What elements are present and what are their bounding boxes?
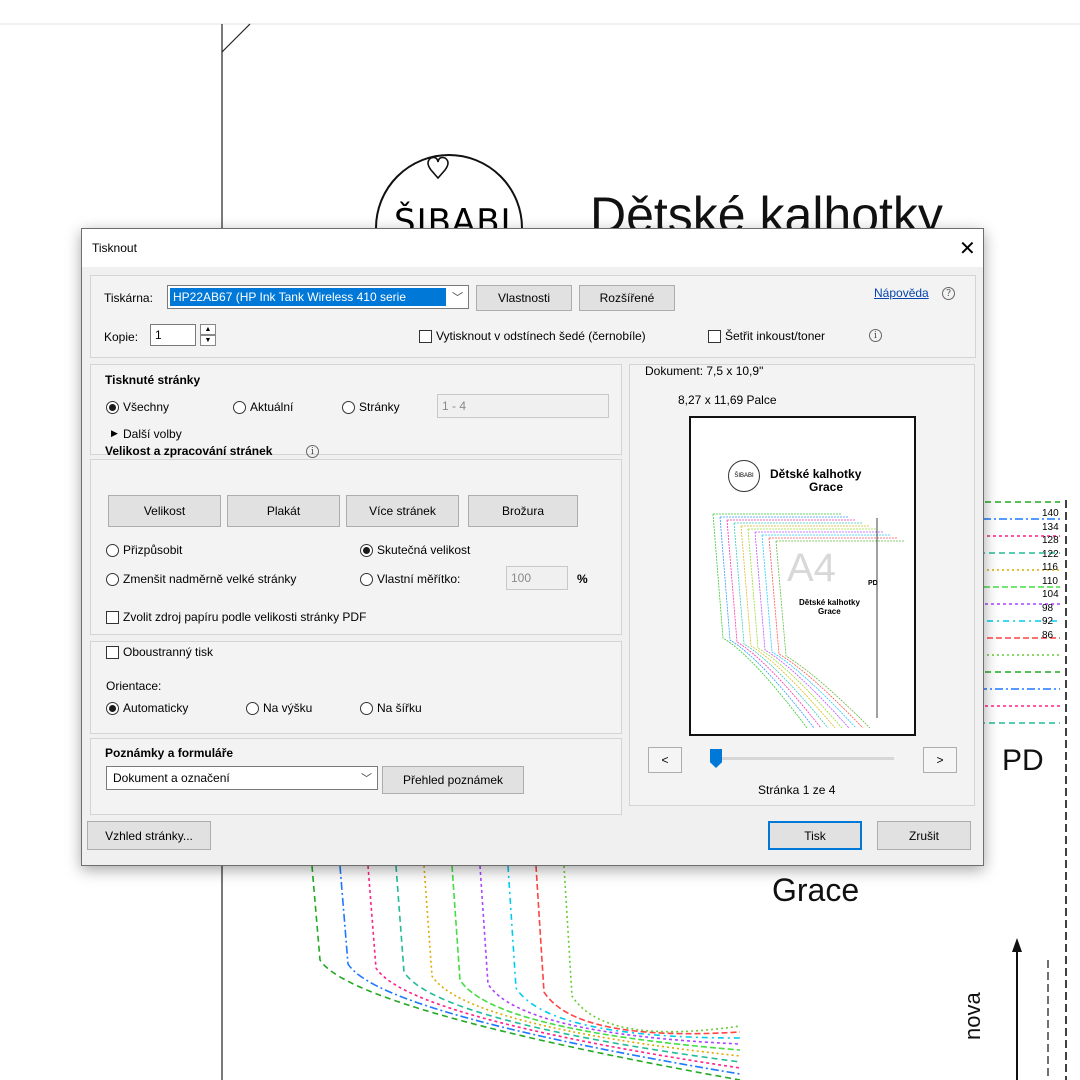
fit-label[interactable]: Přizpůsobit [123, 543, 182, 557]
percent-label: % [577, 572, 588, 586]
stepper-down-icon[interactable]: ▼ [200, 335, 216, 346]
comments-select-value: Dokument a označení [113, 771, 230, 785]
stepper-up-icon[interactable]: ▲ [200, 324, 216, 335]
thumbnail-title: Dětské kalhotky [770, 467, 862, 481]
printer-label: Tiskárna: [104, 291, 153, 305]
printer-select[interactable]: HP22AB67 (HP Ink Tank Wireless 410 serie… [167, 285, 469, 309]
actual-size-label[interactable]: Skutečná velikost [377, 543, 470, 557]
tab-poster[interactable]: Plakát [227, 495, 340, 527]
comments-summary-button[interactable]: Přehled poznámek [382, 766, 524, 794]
comments-select[interactable]: Dokument a označení ﹀ [106, 766, 378, 790]
duplex-label[interactable]: Oboustranný tisk [123, 645, 213, 659]
page-slider[interactable] [710, 749, 894, 768]
pages-current-label[interactable]: Aktuální [250, 400, 293, 414]
background-vertical-text: nova [960, 992, 985, 1040]
copies-label: Kopie: [104, 330, 139, 344]
help-link[interactable]: Nápověda [874, 286, 929, 300]
expand-triangle-icon[interactable]: ▶ [111, 428, 118, 439]
orientation-auto-label[interactable]: Automaticky [123, 701, 188, 715]
more-options-toggle[interactable]: Další volby [123, 427, 182, 441]
document-size: Dokument: 7,5 x 10,9" [645, 364, 764, 378]
printer-select-value: HP22AB67 (HP Ink Tank Wireless 410 serie [170, 288, 446, 306]
custom-scale-radio[interactable] [360, 573, 373, 586]
size-label: 134 [1042, 521, 1059, 533]
dialog-titlebar[interactable]: Tisknout ✕ [82, 229, 983, 267]
tab-size[interactable]: Velikost [108, 495, 221, 527]
actual-size-radio[interactable] [360, 544, 373, 557]
background-logo-text: ŠIBABI [394, 202, 512, 228]
tab-multiple-pages[interactable]: Více stránek [346, 495, 459, 527]
chevron-down-icon: ﹀ [452, 292, 463, 304]
paper-source-checkbox[interactable] [106, 611, 119, 624]
background-pd-label: PD [1002, 744, 1044, 777]
custom-scale-label[interactable]: Vlastní měřítko: [377, 572, 460, 586]
save-ink-label[interactable]: Šetřit inkoust/toner [725, 329, 825, 343]
pages-range-label[interactable]: Stránky [359, 400, 400, 414]
thumbnail-title-3: Dětské kalhotky [799, 598, 860, 607]
copies-stepper[interactable]: ▲ ▼ [200, 324, 216, 346]
print-dialog: Tisknout ✕ Tiskárna: HP22AB67 (HP Ink Ta… [81, 228, 984, 866]
orientation-label: Orientace: [106, 679, 162, 693]
shrink-label[interactable]: Zmenšit nadměrně velké stránky [123, 572, 296, 586]
properties-button[interactable]: Vlastnosti [476, 285, 572, 311]
preview-thumbnail: ŠIBABI Dětské kalhotky Grace A4 PD Dětsk… [689, 416, 916, 736]
page-status: Stránka 1 ze 4 [758, 783, 836, 797]
size-label: 104 [1042, 589, 1059, 600]
thumbnail-logo: ŠIBABI [728, 460, 760, 492]
thumbnail-title-4: Grace [818, 607, 841, 616]
comments-section-title: Poznámky a formuláře [105, 746, 234, 760]
paper-size: 8,27 x 11,69 Palce [678, 393, 777, 407]
orientation-portrait-radio[interactable] [246, 702, 259, 715]
thumbnail-logo-text: ŠIBABI [734, 473, 754, 479]
prev-page-button[interactable]: < [648, 747, 682, 773]
orientation-auto-radio[interactable] [106, 702, 119, 715]
shrink-radio[interactable] [106, 573, 119, 586]
save-ink-checkbox[interactable] [708, 330, 721, 343]
size-info-icon[interactable]: i [306, 445, 319, 458]
pages-all-radio[interactable] [106, 401, 119, 414]
copies-input[interactable]: 1 [150, 324, 196, 346]
page-setup-button[interactable]: Vzhled stránky... [87, 821, 211, 850]
help-icon[interactable]: ? [942, 287, 955, 300]
info-icon[interactable]: i [869, 329, 882, 342]
tab-booklet[interactable]: Brožura [468, 495, 578, 527]
thumbnail-title-2: Grace [809, 480, 844, 494]
chevron-down-icon: ﹀ [361, 773, 372, 785]
dialog-title: Tisknout [92, 241, 137, 255]
size-label: 122 [1042, 548, 1059, 560]
pages-all-label[interactable]: Všechny [123, 400, 169, 414]
close-icon[interactable]: ✕ [959, 236, 976, 261]
size-label: 140 [1042, 508, 1059, 519]
size-label: 86 [1042, 629, 1054, 641]
pages-range-input[interactable]: 1 - 4 [437, 394, 609, 418]
advanced-button[interactable]: Rozšířené [579, 285, 675, 311]
grayscale-label[interactable]: Vytisknout v odstínech šedé (černobíle) [436, 329, 646, 343]
size-label: 92 [1042, 616, 1054, 627]
size-label: 98 [1042, 602, 1054, 614]
pages-current-radio[interactable] [233, 401, 246, 414]
pages-section-title: Tisknuté stránky [105, 373, 201, 387]
orientation-landscape-radio[interactable] [360, 702, 373, 715]
cancel-button[interactable]: Zrušit [877, 821, 971, 850]
thumbnail-watermark: A4 [787, 546, 836, 590]
size-label: 116 [1042, 562, 1058, 573]
orientation-landscape-label[interactable]: Na šířku [377, 701, 422, 715]
size-label: 128 [1042, 535, 1059, 546]
size-section-title: Velikost a zpracování stránek [105, 444, 273, 458]
thumbnail-pd: PD [868, 580, 878, 587]
background-doc-title-2: Grace [772, 872, 860, 908]
fit-radio[interactable] [106, 544, 119, 557]
next-page-button[interactable]: > [923, 747, 957, 773]
scale-input[interactable]: 100 [506, 566, 568, 590]
pages-range-radio[interactable] [342, 401, 355, 414]
orientation-portrait-label[interactable]: Na výšku [263, 701, 312, 715]
print-button[interactable]: Tisk [768, 821, 862, 850]
paper-source-label[interactable]: Zvolit zdroj papíru podle velikosti strá… [123, 610, 366, 624]
duplex-checkbox[interactable] [106, 646, 119, 659]
grayscale-checkbox[interactable] [419, 330, 432, 343]
size-label: 110 [1042, 575, 1058, 587]
